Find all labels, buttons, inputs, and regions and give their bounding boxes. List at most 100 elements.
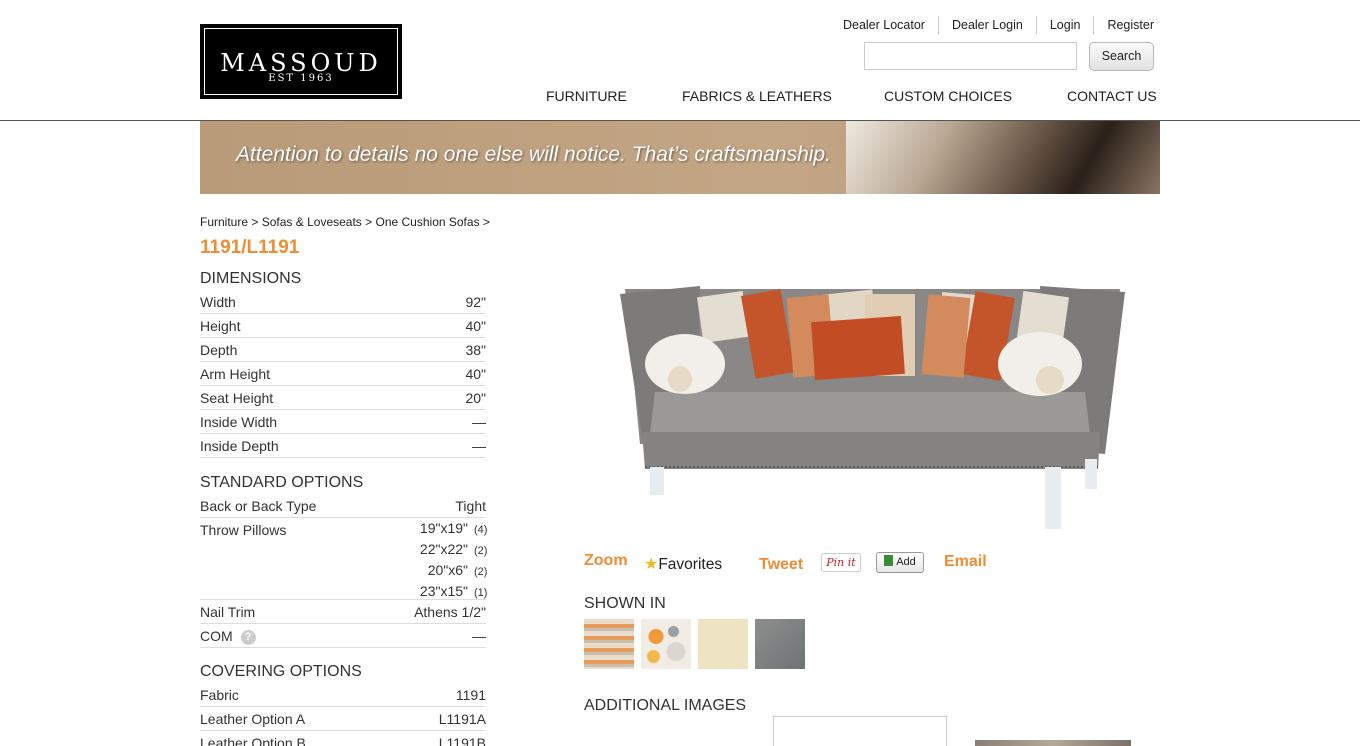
add-label: Add (896, 556, 916, 568)
product-title: 1191/L1191 (200, 237, 300, 258)
tweet-link[interactable]: Tweet (759, 556, 803, 574)
spec-row-back-type: Back or Back Type Tight (200, 494, 486, 518)
dealer-locator-link[interactable]: Dealer Locator (830, 16, 938, 34)
spec-value: 40" (465, 318, 486, 334)
addthis-icon (884, 555, 894, 566)
spec-value: 1191 (455, 687, 486, 703)
nav-contact-us[interactable]: CONTACT US (1067, 88, 1157, 104)
fabric-swatch[interactable] (698, 619, 748, 669)
spec-label: Leather Option B (200, 735, 306, 746)
fabric-swatch[interactable] (641, 619, 691, 669)
spec-value: L1191B (438, 735, 486, 746)
standard-options-table: Back or Back Type Tight Throw Pillows 19… (200, 494, 488, 648)
pillow-list: 19"x19" (4) 22"x22" (2) 20"x6" (2) 23"x15"(… (419, 519, 488, 603)
spec-label: Seat Height (200, 390, 274, 406)
craftsmanship-banner: Attention to details no one else will no… (200, 121, 1160, 194)
covering-options-heading: COVERING OPTIONS (200, 663, 362, 680)
spec-label: Height (200, 318, 241, 334)
utility-links: Dealer Locator Dealer Login Login Regist… (830, 16, 1154, 34)
email-link[interactable]: Email (944, 553, 987, 571)
spec-row-fabric: Fabric 1191 (200, 683, 486, 707)
spec-row-height: Height 40" (200, 314, 486, 338)
breadcrumb-separator: > (365, 215, 373, 229)
pillow-line: 20"x6" (2) (420, 561, 488, 582)
site-header: MASSOUD EST 1963 Dealer Locator Dealer L… (0, 0, 1360, 121)
spec-label: Width (200, 294, 236, 310)
fabric-swatch[interactable] (584, 619, 634, 669)
breadcrumb-sofas-loveseats[interactable]: Sofas & Loveseats (262, 215, 362, 229)
banner-photo-hands-tools (846, 121, 1160, 194)
add-button[interactable]: Add (876, 552, 924, 573)
breadcrumb-separator: > (482, 215, 490, 229)
pillow-size: 20"x6" (427, 562, 468, 578)
additional-image-thumbnail[interactable] (975, 740, 1131, 746)
zoom-link[interactable]: Zoom (584, 552, 628, 570)
spec-value: 38" (465, 342, 486, 358)
pillow-size: 22"x22" (419, 541, 468, 557)
register-link[interactable]: Register (1093, 16, 1154, 34)
massoud-logo[interactable]: MASSOUD EST 1963 (200, 24, 402, 99)
spec-value: Athens 1/2" (414, 604, 486, 620)
spec-row-depth: Depth 38" (200, 338, 486, 362)
pillow-size: 23"x15" (419, 583, 468, 599)
help-icon[interactable]: ? (240, 630, 256, 645)
pillow-line: 22"x22" (2) (419, 540, 488, 561)
spec-value: Tight (455, 498, 486, 514)
banner-tagline: Attention to details no one else will no… (236, 143, 831, 166)
pillow-count: (2) (474, 545, 488, 557)
spec-row-leather-a: Leather Option A L1191A (200, 707, 486, 731)
spec-row-width: Width 92" (200, 290, 486, 314)
spec-value: 40" (465, 366, 486, 382)
spec-label: Arm Height (200, 366, 271, 382)
pillow-count: (2) (474, 566, 488, 578)
spec-row-seat-height: Seat Height 20" (200, 386, 486, 410)
spec-value: L1191A (438, 711, 486, 727)
spec-row-inside-width: Inside Width — (200, 410, 486, 434)
breadcrumb-one-cushion-sofas[interactable]: One Cushion Sofas (376, 215, 480, 229)
nav-custom-choices[interactable]: CUSTOM CHOICES (884, 88, 1012, 104)
additional-images-heading: ADDITIONAL IMAGES (584, 697, 747, 714)
login-link[interactable]: Login (1035, 16, 1094, 34)
fabric-swatches (584, 619, 805, 669)
spec-label: Back or Back Type (200, 498, 317, 514)
breadcrumb: Furniture > Sofas & Loveseats > One Cush… (200, 215, 490, 229)
spec-value: — (472, 628, 486, 644)
pinit-button[interactable]: Pin it (821, 553, 861, 572)
spec-value: — (472, 438, 486, 454)
pillow-count: (4) (474, 524, 488, 536)
dealer-login-link[interactable]: Dealer Login (937, 16, 1036, 34)
fabric-swatch[interactable] (755, 619, 805, 669)
nav-furniture[interactable]: FURNITURE (546, 88, 627, 104)
spec-label-com: COM ? (200, 625, 256, 647)
spec-label: Fabric (200, 687, 239, 703)
additional-image-thumbnail[interactable] (773, 716, 947, 746)
pillow-line: 23"x15" (1) (419, 582, 488, 603)
standard-options-heading: STANDARD OPTIONS (200, 474, 364, 491)
product-actions: Zoom ★Favorites Tweet Pin it Add Email (584, 552, 1004, 582)
breadcrumb-furniture[interactable]: Furniture (200, 215, 248, 229)
search-input[interactable] (864, 42, 1077, 70)
spec-value: 20" (465, 390, 486, 406)
spec-label: Depth (200, 342, 238, 358)
covering-options-table: Fabric 1191 Leather Option A L1191A Leat… (200, 683, 486, 746)
spec-row-throw-pillows: Throw Pillows 19"x19" (4) 22"x22" (2) 20"x… (200, 518, 488, 603)
spec-label: Inside Width (200, 414, 278, 430)
pillow-line: 19"x19" (4) (419, 519, 488, 540)
spec-label: Inside Depth (200, 438, 279, 454)
star-icon: ★ (644, 556, 659, 573)
product-image-sofa[interactable] (600, 264, 1140, 539)
spec-row-leather-b: Leather Option B L1191B (200, 731, 486, 746)
favorites-button[interactable]: ★Favorites (644, 554, 722, 574)
shown-in-heading: SHOWN IN (584, 595, 666, 612)
spec-label: Throw Pillows (200, 522, 287, 538)
favorites-label: Favorites (658, 556, 723, 573)
spec-value: 92" (465, 294, 486, 310)
logo-established: EST 1963 (268, 73, 334, 84)
search-button[interactable]: Search (1089, 42, 1154, 71)
pillow-size: 19"x19" (419, 520, 468, 536)
spec-row-inside-depth: Inside Depth — (200, 434, 486, 458)
nav-fabrics-leathers[interactable]: FABRICS & LEATHERS (682, 88, 832, 104)
spec-value: — (472, 414, 486, 430)
spec-label: Leather Option A (200, 711, 306, 727)
spec-row-com: COM ? — (200, 624, 486, 648)
